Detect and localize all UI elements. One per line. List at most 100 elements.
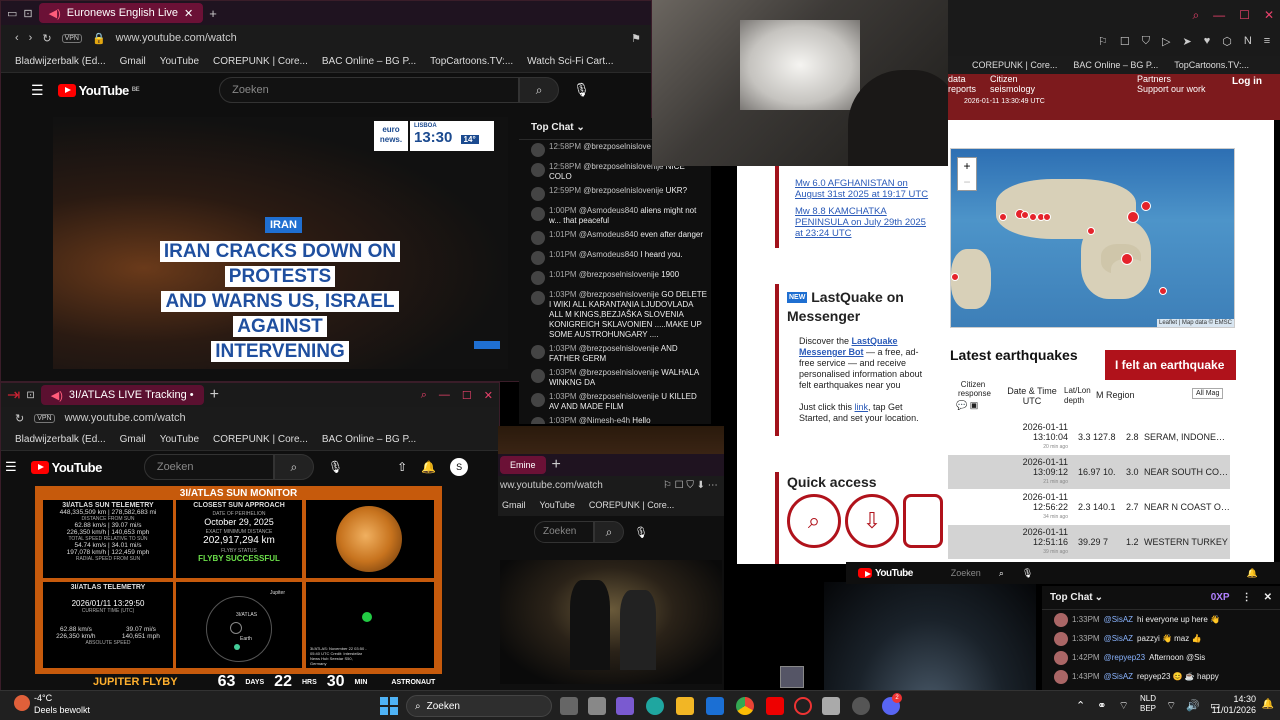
table-row[interactable]: 2026-01-11 12:56:22 34 min ago 2.3 140.1 2.7… <box>948 490 1230 524</box>
avatar[interactable] <box>531 231 545 245</box>
bookmark-item[interactable]: Watch Sci-Fi Cart... <box>527 56 613 67</box>
quake-marker[interactable] <box>1159 287 1167 295</box>
volume-icon[interactable]: 🔊 <box>1186 699 1200 713</box>
chat-message[interactable]: 1:03PM @brezposelnislovenije WALHALA WIN… <box>519 366 711 390</box>
download-icon[interactable]: ⇩ <box>845 494 899 548</box>
bookmark-item[interactable]: YouTube <box>540 500 575 512</box>
bookmark-item[interactable]: Gmail <box>120 56 146 67</box>
new-tab-button[interactable]: + <box>552 456 561 474</box>
bell-icon[interactable]: 🔔 <box>421 460 436 474</box>
avatar[interactable] <box>531 163 545 177</box>
chevron-up-icon[interactable]: ⌃ <box>1076 699 1085 713</box>
extension-icon[interactable]: N <box>1244 35 1252 48</box>
back-icon[interactable]: ‹ <box>15 32 19 44</box>
bookmark-item[interactable]: BAC Online – BG P... <box>322 56 416 67</box>
search-icon[interactable]: ⌕ <box>1192 8 1199 23</box>
url-field[interactable]: ww.youtube.com/watch <box>500 480 603 492</box>
maximize-icon[interactable]: ☐ <box>1239 8 1250 23</box>
forward-icon[interactable]: › <box>29 32 33 44</box>
bookmark-item[interactable]: BAC Online – BG P... <box>1073 60 1158 70</box>
language-indicator[interactable]: NLD BEP <box>1140 694 1156 714</box>
bookmark-item[interactable]: Gmail <box>120 434 146 445</box>
earthquake-map[interactable]: + − Leaflet | Map data © EMSC <box>950 148 1235 328</box>
tab-grid-icon[interactable]: ⊡ <box>23 7 32 20</box>
chat-message[interactable]: 1:03PM @brezposelnislovenije AND FATHER … <box>519 342 711 366</box>
widgets-icon[interactable] <box>588 697 606 715</box>
bookmark-item[interactable]: TopCartoons.TV:... <box>430 56 513 67</box>
tab-euronews[interactable]: ◀) Euronews English Live ✕ <box>38 3 204 23</box>
quake-marker[interactable] <box>1087 227 1095 235</box>
zoom-in-button[interactable]: + <box>958 158 976 174</box>
heart-icon[interactable]: ♥ <box>1204 35 1211 48</box>
table-row[interactable]: 2026-01-11 13:10:04 20 min ago 3.3 127.8 2.8… <box>948 420 1230 454</box>
search-button[interactable]: ⌕ <box>519 77 560 103</box>
nav-reports[interactable]: reports <box>948 84 976 94</box>
table-row[interactable]: 2026-01-11 13:09:12 21 min ago 16.97 10. 3.0… <box>948 455 1230 489</box>
get-started-link[interactable]: link <box>855 402 869 412</box>
tab-menu-icon[interactable]: ▭ <box>7 7 17 20</box>
bookmark-item[interactable]: TopCartoons.TV:... <box>1174 60 1249 70</box>
chat-title[interactable]: Top Chat <box>1050 592 1093 603</box>
search-button[interactable]: ⌕ <box>594 521 624 543</box>
avatar[interactable] <box>1054 670 1068 684</box>
avatar[interactable] <box>531 393 545 407</box>
avatar[interactable] <box>531 345 545 359</box>
reload-icon[interactable]: ↻ <box>15 412 24 425</box>
minimize-icon[interactable]: — <box>439 389 450 402</box>
avatar[interactable] <box>531 417 545 424</box>
chat-author[interactable]: @SisAZ <box>1104 672 1133 682</box>
wifi-icon[interactable]: ⌔ <box>1118 699 1128 713</box>
search-input[interactable]: Zoeken <box>143 454 274 480</box>
puzzle-icon[interactable]: ⬡ <box>1222 35 1232 48</box>
url-field[interactable]: www.youtube.com/watch <box>116 32 237 44</box>
more-icon[interactable]: ⋮ <box>1242 592 1252 603</box>
phone-icon[interactable] <box>903 494 943 548</box>
chat-author[interactable]: @repyep23 <box>1104 653 1145 663</box>
search-button[interactable]: ⌕ <box>273 454 314 480</box>
bell-icon[interactable]: 🔔 <box>1247 568 1258 579</box>
bookmark-item[interactable]: Bladwijzerbalk (Ed... <box>15 434 106 445</box>
bookmark-item[interactable]: COREPUNK | Core... <box>213 56 308 67</box>
task-view-icon[interactable] <box>560 697 578 715</box>
chat-message[interactable]: 1:01PM @Asmodeus840 even after danger <box>519 228 711 248</box>
avatar[interactable]: S <box>450 458 469 476</box>
wifi-icon[interactable]: ⌔ <box>1166 699 1176 713</box>
quake-marker[interactable] <box>1141 201 1151 211</box>
search-input[interactable]: Zoeken <box>219 77 520 103</box>
bookmark-item[interactable]: YouTube <box>160 56 199 67</box>
weather-temp[interactable]: -4°C <box>34 693 52 703</box>
avatar[interactable] <box>1054 651 1068 665</box>
bookmark-item[interactable]: COREPUNK | Core... <box>213 434 308 445</box>
calculator-icon[interactable] <box>822 697 840 715</box>
quake-marker[interactable] <box>1021 211 1029 219</box>
nav-partners[interactable]: Partners <box>1137 74 1171 84</box>
quake-marker[interactable] <box>1121 253 1133 265</box>
chat-message[interactable]: 1:43PM @SisAZ repyep23 😊 ☕ happy <box>1042 667 1280 686</box>
chat-message[interactable]: 1:42PM @repyep23 Afternoon @Sis <box>1042 648 1280 667</box>
avatar[interactable] <box>531 291 545 305</box>
chat-author[interactable]: @brezposelnislovenije <box>579 270 659 279</box>
square-icon[interactable]: ☐ <box>1120 35 1130 48</box>
table-row[interactable]: 2026-01-11 12:51:16 39 min ago 39.29 7 1.2 WE… <box>948 525 1230 559</box>
nav-citizen[interactable]: Citizen <box>990 74 1018 84</box>
file-explorer-icon[interactable] <box>676 697 694 715</box>
chat-message[interactable]: 1:03PM @brezposelnislovenije GO DELETE I… <box>519 288 711 342</box>
search-quake-icon[interactable]: ⌕ <box>787 494 841 548</box>
chat-message[interactable]: 1:03PM @Nimesh-e4h Hello <box>519 414 711 424</box>
quake-marker[interactable] <box>999 213 1007 221</box>
quake-link[interactable]: Mw 6.0 AFGHANISTAN on August 31st 2025 a… <box>795 178 931 200</box>
notification-bell-icon[interactable]: 🔔 <box>1262 699 1274 710</box>
avatar[interactable] <box>531 251 545 265</box>
tab-emine[interactable]: Emine <box>500 456 546 474</box>
avatar[interactable] <box>531 143 545 157</box>
chat-message[interactable]: 1:00PM @Asmodeus840 aliens might not w..… <box>519 204 711 228</box>
chat-author[interactable]: @Asmodeus840 <box>579 206 638 215</box>
quake-marker[interactable] <box>1127 211 1139 223</box>
youtube-logo[interactable]: YouTube BE <box>57 83 140 98</box>
chat-author[interactable]: @Asmodeus840 <box>579 230 638 239</box>
play-icon[interactable]: ▷ <box>1162 35 1170 48</box>
network-icon[interactable]: ⚭ <box>1097 699 1106 713</box>
quake-marker[interactable] <box>1029 213 1037 221</box>
mic-icon[interactable]: 🎙 <box>328 460 343 474</box>
shield-icon[interactable]: ⛉ <box>1142 35 1150 48</box>
